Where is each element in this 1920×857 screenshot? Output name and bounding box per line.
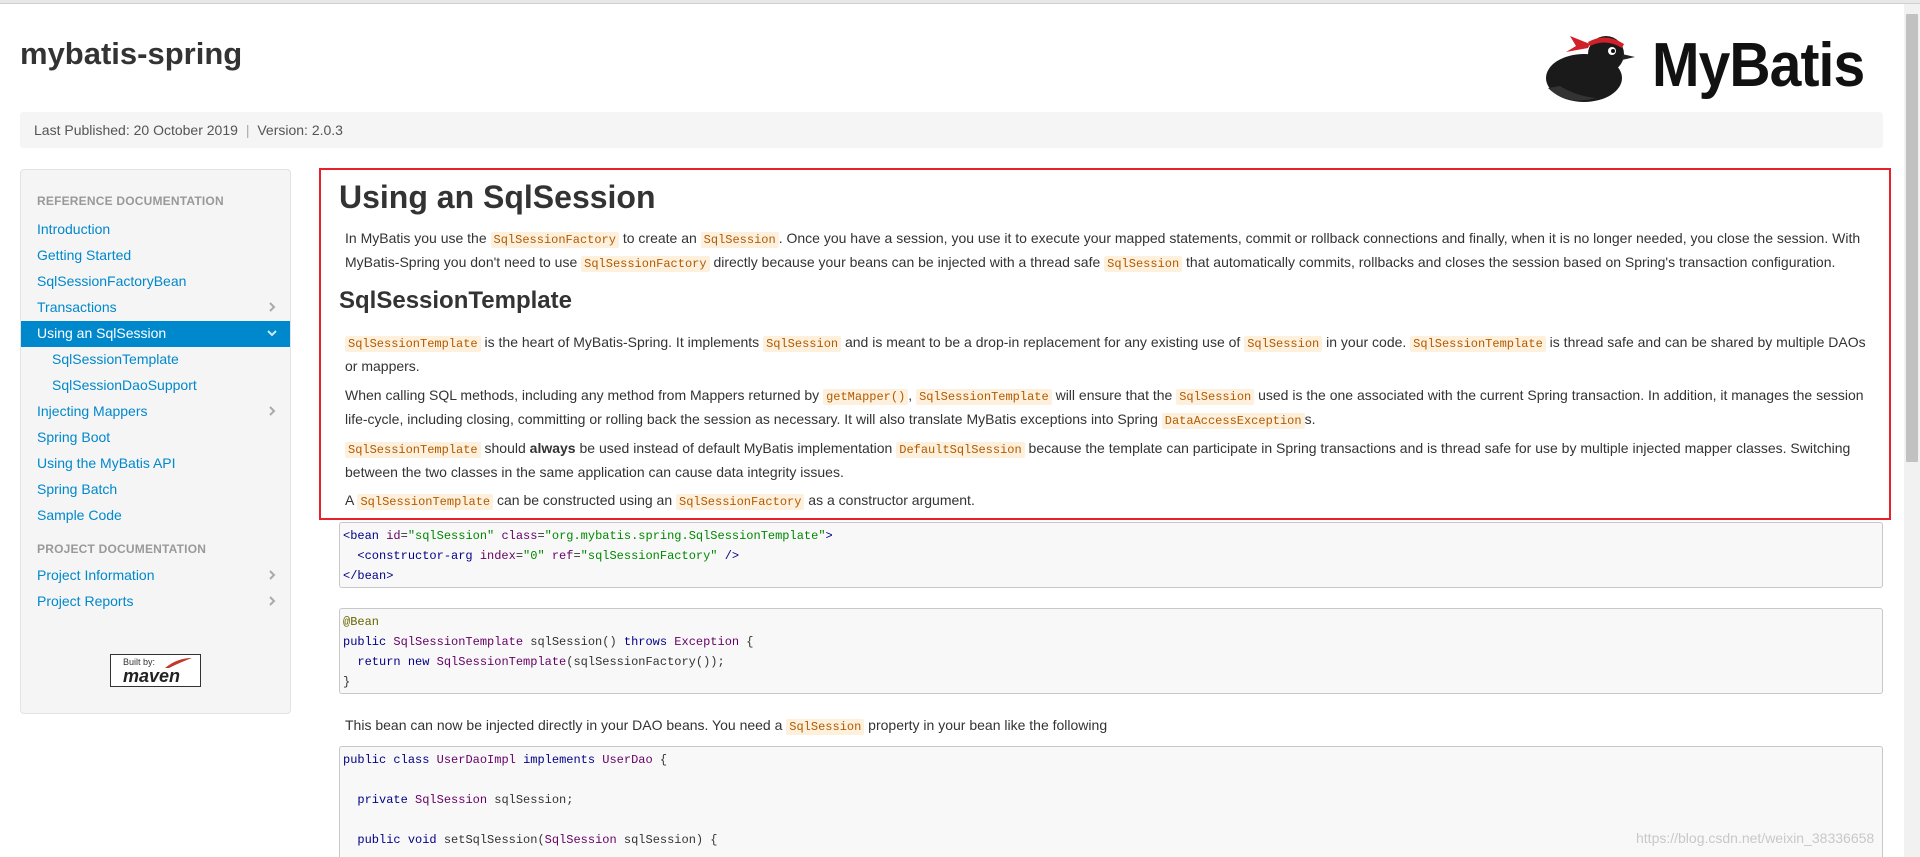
published-date: Last Published: 20 October 2019 <box>34 122 238 138</box>
inline-code: DefaultSqlSession <box>896 442 1025 458</box>
inline-code: SqlSession <box>763 336 842 352</box>
version-label: Version: 2.0.3 <box>257 122 343 138</box>
sidebar-item-using-the-mybatis-api[interactable]: Using the MyBatis API <box>21 451 290 477</box>
built-by-maven-badge[interactable]: Built by: maven <box>110 654 201 687</box>
bird-icon <box>1546 36 1635 102</box>
inline-code: SqlSessionFactory <box>490 232 619 248</box>
text-run: property in your bean like the following <box>864 717 1108 733</box>
template-paragraph-1: SqlSessionTemplate is the heart of MyBat… <box>345 331 1875 377</box>
logo-text: MyBatis <box>1652 31 1865 100</box>
sidebar-item-label: Using an SqlSession <box>37 325 167 341</box>
sidebar-nav: REFERENCE DOCUMENTATION Introduction Get… <box>20 169 291 714</box>
sidebar-item-label: Project Information <box>37 567 155 583</box>
text-run: When calling SQL methods, including any … <box>345 387 824 403</box>
text-run: as a constructor argument. <box>804 492 975 508</box>
inline-code: SqlSessionTemplate <box>345 336 481 352</box>
inline-code: SqlSession <box>1176 389 1255 405</box>
intro-paragraph: In MyBatis you use the SqlSessionFactory… <box>345 227 1875 275</box>
text-run: in your code. <box>1322 334 1411 350</box>
template-paragraph-3: SqlSessionTemplate should always be used… <box>345 437 1875 483</box>
inline-code: SqlSessionTemplate <box>345 442 481 458</box>
code-line: public SqlSessionTemplate sqlSession() t… <box>343 635 754 649</box>
sidebar-item-sqlsessiondaosupport[interactable]: SqlSessionDaoSupport <box>21 373 290 399</box>
text-run: will ensure that the <box>1051 387 1177 403</box>
mybatis-logo[interactable]: MyBatis <box>1536 26 1866 108</box>
sidebar-item-sample-code[interactable]: Sample Code <box>21 503 290 529</box>
nav-header-reference: REFERENCE DOCUMENTATION <box>37 194 224 208</box>
inline-code: SqlSessionTemplate <box>357 494 494 510</box>
inline-code: getMapper() <box>823 389 909 405</box>
sidebar-item-injecting-mappers[interactable]: Injecting Mappers <box>21 399 290 425</box>
text-run: can be constructed using an <box>493 492 676 508</box>
sidebar-item-sqlsessionfactorybean[interactable]: SqlSessionFactoryBean <box>21 269 290 295</box>
sidebar-item-spring-boot[interactable]: Spring Boot <box>21 425 290 451</box>
code-line: private SqlSession sqlSession; <box>357 793 574 807</box>
sidebar-item-introduction[interactable]: Introduction <box>21 217 290 243</box>
code-line: @Bean <box>343 615 380 629</box>
scrollbar-thumb[interactable] <box>1906 14 1918 462</box>
text-run: be used instead of default MyBatis imple… <box>575 440 897 456</box>
chevron-right-icon <box>269 302 276 312</box>
inline-code: DataAccessException <box>1161 413 1305 429</box>
code-line: public class UserDaoImpl implements User… <box>343 753 668 767</box>
inline-code: SqlSession <box>700 232 779 248</box>
inline-code: SqlSessionFactory <box>581 256 710 272</box>
text-run: s. <box>1304 411 1316 427</box>
sidebar-item-getting-started[interactable]: Getting Started <box>21 243 290 269</box>
sidebar-item-spring-batch[interactable]: Spring Batch <box>21 477 290 503</box>
section-heading: Using an SqlSession <box>339 179 656 215</box>
chevron-right-icon <box>269 596 276 606</box>
window-top-edge <box>0 0 1920 4</box>
text-run: directly because your beans can be injec… <box>709 254 1105 270</box>
text-run: is the heart of MyBatis-Spring. It imple… <box>480 334 764 350</box>
chevron-right-icon <box>269 570 276 580</box>
chevron-right-icon <box>269 406 276 416</box>
inline-code: SqlSessionTemplate <box>1410 336 1546 352</box>
text-run: to create an <box>618 230 701 246</box>
sidebar-item-transactions[interactable]: Transactions <box>21 295 290 321</box>
watermark-text: https://blog.csdn.net/weixin_38336658 <box>1636 830 1875 846</box>
text-run: This bean can now be injected directly i… <box>345 717 787 733</box>
sidebar-item-label: Transactions <box>37 299 117 315</box>
sidebar-item-label: Project Reports <box>37 593 134 609</box>
sidebar-item-using-an-sqlsession[interactable]: Using an SqlSession <box>21 321 290 347</box>
emphasis-always: always <box>529 440 576 456</box>
code-line: } <box>343 675 351 689</box>
subsection-heading: SqlSessionTemplate <box>339 287 572 314</box>
inline-code: SqlSession <box>786 719 865 735</box>
xml-code-block[interactable]: <bean id="sqlSession" class="org.mybatis… <box>339 522 1883 588</box>
inline-code: SqlSessionFactory <box>676 494 805 510</box>
publish-separator: | <box>245 122 250 138</box>
sidebar-item-sqlsessiontemplate[interactable]: SqlSessionTemplate <box>21 347 290 373</box>
text-run: and is meant to be a drop-in replacement… <box>841 334 1245 350</box>
code-line: <bean id="sqlSession" class="org.mybatis… <box>343 529 833 543</box>
publish-bar: Last Published: 20 October 2019 | Versio… <box>20 112 1883 148</box>
text-run: A <box>345 492 358 508</box>
template-paragraph-4: A SqlSessionTemplate can be constructed … <box>345 489 1875 513</box>
sidebar-item-label: Injecting Mappers <box>37 403 148 419</box>
code-line: </bean> <box>343 569 394 583</box>
text-run: should <box>480 440 530 456</box>
inline-code: SqlSession <box>1104 256 1183 272</box>
code-line: <constructor-arg index="0" ref="sqlSessi… <box>357 549 740 563</box>
feather-icon <box>165 658 192 668</box>
chevron-down-icon <box>267 330 277 337</box>
sidebar-item-project-reports[interactable]: Project Reports <box>21 589 290 615</box>
inline-code: SqlSession <box>1244 336 1323 352</box>
site-title[interactable]: mybatis-spring <box>20 36 242 72</box>
text-run: , <box>908 387 917 403</box>
text-run: that automatically commits, rollbacks an… <box>1182 254 1836 270</box>
injection-paragraph: This bean can now be injected directly i… <box>345 714 1875 738</box>
template-paragraph-2: When calling SQL methods, including any … <box>345 384 1875 432</box>
sidebar-item-project-information[interactable]: Project Information <box>21 563 290 589</box>
page-scrollbar[interactable] <box>1904 4 1920 857</box>
nav-header-project: PROJECT DOCUMENTATION <box>37 542 207 556</box>
inline-code: SqlSessionTemplate <box>916 389 1052 405</box>
code-line: return new SqlSessionTemplate(sqlSession… <box>357 655 725 669</box>
java-code-block[interactable]: @Bean public SqlSessionTemplate sqlSessio… <box>339 608 1883 694</box>
text-run: In MyBatis you use the <box>345 230 491 246</box>
